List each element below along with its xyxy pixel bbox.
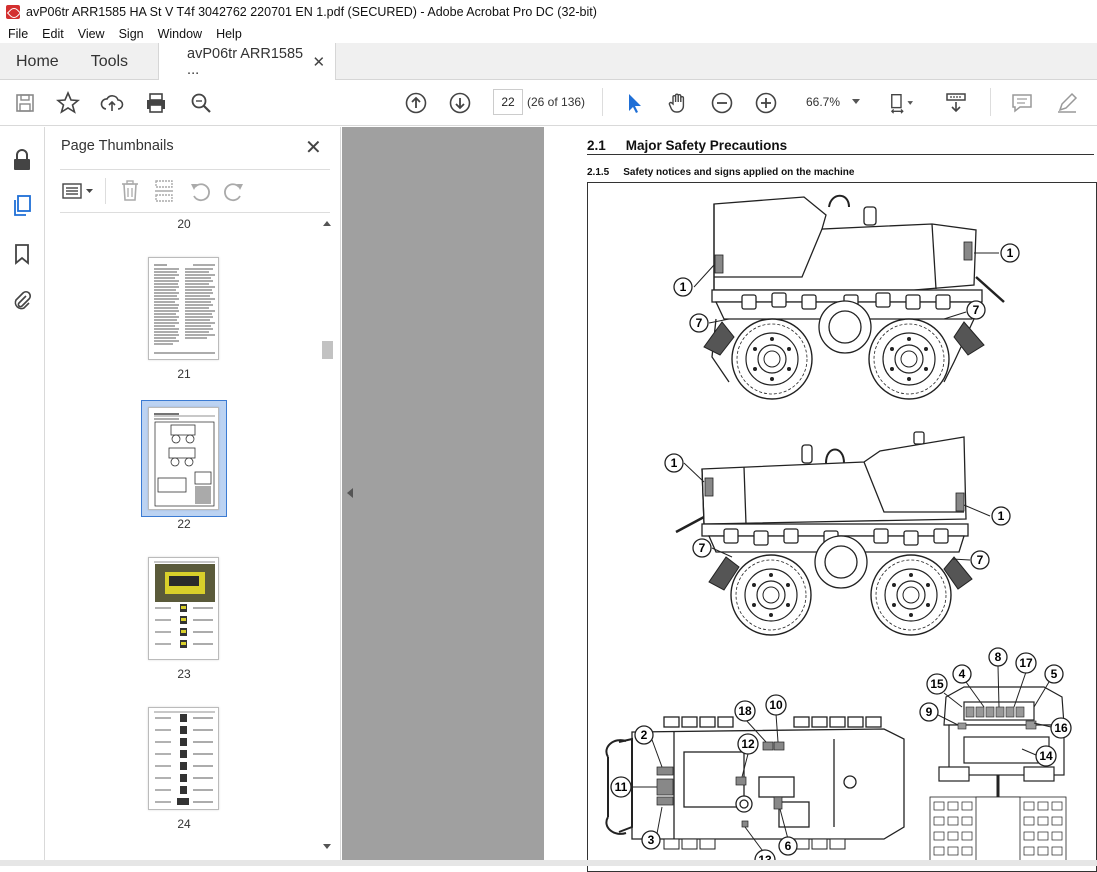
menu-edit[interactable]: Edit bbox=[42, 27, 64, 41]
page-count: (26 of 136) bbox=[527, 95, 586, 109]
star-icon[interactable] bbox=[56, 91, 80, 115]
callout-label: 15 bbox=[930, 677, 944, 691]
callout-label: 7 bbox=[973, 303, 980, 317]
callout-label: 17 bbox=[1019, 656, 1033, 670]
scrollbar-thumb[interactable] bbox=[322, 341, 333, 359]
thumbnail-options-icon[interactable] bbox=[62, 181, 96, 204]
callout-label: 6 bbox=[785, 839, 792, 853]
callout-label: 1 bbox=[1007, 246, 1014, 260]
thumbnail-list: 20 21 22 23 24 bbox=[46, 215, 341, 855]
pdf-page: 2.1 Major Safety Precautions 2.1.5 Safety … bbox=[544, 127, 1097, 872]
page-number-input[interactable]: 22 bbox=[493, 89, 523, 115]
collapse-panel-icon[interactable] bbox=[347, 488, 353, 498]
tab-home[interactable]: Home bbox=[0, 43, 75, 80]
callout-label: 14 bbox=[1039, 749, 1053, 763]
callout-label: 7 bbox=[699, 541, 706, 555]
callout-label: 10 bbox=[769, 698, 783, 712]
delete-page-icon[interactable] bbox=[119, 179, 141, 206]
attachment-icon[interactable] bbox=[11, 289, 33, 311]
page-fit-icon[interactable] bbox=[889, 91, 913, 115]
menu-sign[interactable]: Sign bbox=[119, 27, 144, 41]
panel-title: Page Thumbnails bbox=[61, 138, 174, 154]
menu-file[interactable]: File bbox=[8, 27, 28, 41]
bookmark-icon[interactable] bbox=[11, 243, 33, 265]
acrobat-icon bbox=[6, 5, 20, 19]
print-icon[interactable] bbox=[144, 91, 168, 115]
callout-label: 3 bbox=[648, 833, 655, 847]
callout-label: 9 bbox=[926, 705, 933, 719]
thumbnail-label: 23 bbox=[177, 667, 191, 681]
rotate-left-icon[interactable] bbox=[188, 179, 212, 206]
left-rail bbox=[0, 127, 45, 866]
close-panel-icon[interactable]: ✕ bbox=[305, 135, 322, 160]
save-icon[interactable] bbox=[13, 91, 37, 115]
thumbnail-toolbar bbox=[60, 169, 330, 213]
page-thumbnails-panel: Page Thumbnails ✕ 20 21 22 23 24 bbox=[46, 127, 341, 860]
page-thumbnails-icon[interactable] bbox=[11, 195, 33, 217]
menu-bar: File Edit View Sign Window Help bbox=[0, 24, 1097, 43]
tab-document-label: avP06tr ARR1585 ... bbox=[187, 45, 304, 78]
callout-label: 18 bbox=[738, 704, 752, 718]
callout-label: 7 bbox=[696, 316, 703, 330]
zoom-level[interactable]: 66.7% bbox=[806, 95, 840, 109]
toolbar-divider bbox=[990, 88, 991, 116]
tab-document[interactable]: avP06tr ARR1585 ... ✕ bbox=[158, 43, 337, 80]
status-strip bbox=[0, 860, 1097, 866]
toolbar-divider bbox=[602, 88, 603, 116]
machine-diagram: 1 1 7 7 1 1 7 7 2 11 3 18 10 12 6 15 4 8… bbox=[605, 194, 1072, 866]
rotate-right-icon[interactable] bbox=[222, 179, 246, 206]
previous-page-icon[interactable] bbox=[404, 91, 428, 115]
highlight-pen-icon[interactable] bbox=[1055, 91, 1079, 115]
callout-label: 4 bbox=[959, 667, 966, 681]
hand-tool-icon[interactable] bbox=[666, 91, 690, 115]
thumbnail-label: 22 bbox=[177, 517, 191, 531]
extract-page-icon[interactable] bbox=[153, 179, 175, 206]
scroll-down-icon[interactable] bbox=[323, 844, 331, 849]
next-page-icon[interactable] bbox=[448, 91, 472, 115]
callout-label: 1 bbox=[998, 509, 1005, 523]
scroll-up-icon[interactable] bbox=[323, 221, 331, 226]
menu-help[interactable]: Help bbox=[216, 27, 242, 41]
comment-icon[interactable] bbox=[1010, 91, 1034, 115]
tab-tools[interactable]: Tools bbox=[75, 43, 144, 80]
menu-window[interactable]: Window bbox=[158, 27, 202, 41]
search-icon[interactable] bbox=[189, 91, 213, 115]
thumbnail-label: 21 bbox=[177, 367, 191, 381]
lock-icon[interactable] bbox=[11, 149, 33, 171]
callout-label: 8 bbox=[995, 650, 1002, 664]
window-title: avP06tr ARR1585 HA St V T4f 3042762 2207… bbox=[26, 5, 597, 19]
callout-label: 7 bbox=[977, 553, 984, 567]
callout-label: 5 bbox=[1051, 667, 1058, 681]
select-cursor-icon[interactable] bbox=[622, 91, 646, 115]
thumbnail-page-24[interactable] bbox=[148, 707, 219, 810]
callout-label: 1 bbox=[671, 456, 678, 470]
thumbnail-scrollbar[interactable] bbox=[320, 219, 335, 859]
close-tab-icon[interactable]: ✕ bbox=[312, 53, 325, 71]
callout-label: 12 bbox=[741, 737, 755, 751]
upload-cloud-icon[interactable] bbox=[100, 91, 124, 115]
scroll-mode-icon[interactable] bbox=[944, 91, 968, 115]
thumbnail-page-23[interactable] bbox=[148, 557, 219, 660]
thumbnail-label: 20 bbox=[177, 217, 191, 231]
callout-label: 11 bbox=[615, 780, 628, 794]
callout-label: 2 bbox=[641, 728, 648, 742]
title-bar: avP06tr ARR1585 HA St V T4f 3042762 2207… bbox=[0, 0, 1097, 24]
thumbnail-label: 24 bbox=[177, 817, 191, 831]
callout-label: 16 bbox=[1054, 721, 1068, 735]
thumbnail-page-21[interactable] bbox=[148, 257, 219, 360]
thumbnail-page-22[interactable] bbox=[148, 407, 219, 510]
zoom-in-icon[interactable] bbox=[754, 91, 778, 115]
menu-view[interactable]: View bbox=[78, 27, 105, 41]
zoom-dropdown-icon[interactable] bbox=[852, 99, 860, 104]
toolbar-divider bbox=[105, 178, 106, 204]
zoom-out-icon[interactable] bbox=[710, 91, 734, 115]
callout-label: 1 bbox=[680, 280, 687, 294]
tab-bar: Home Tools avP06tr ARR1585 ... ✕ bbox=[0, 43, 1097, 80]
